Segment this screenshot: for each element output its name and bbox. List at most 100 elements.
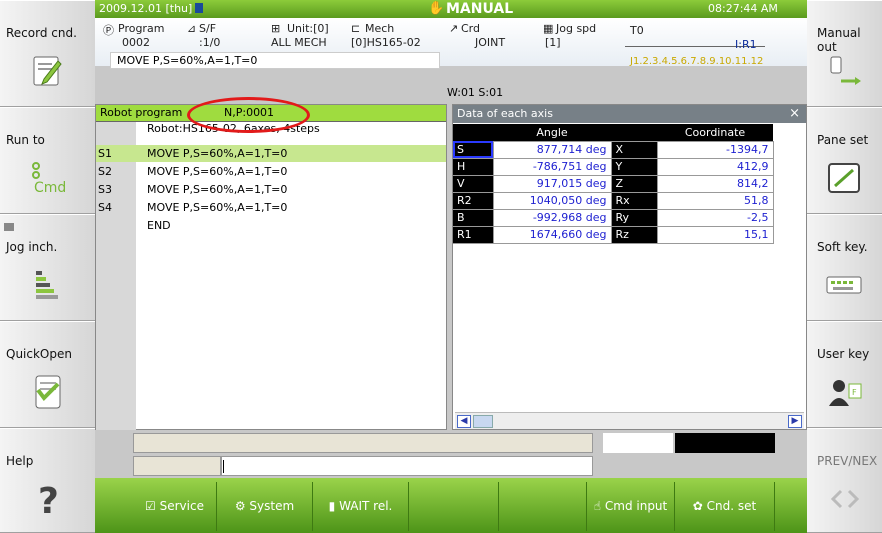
hand-icon: ✋ [428, 1, 445, 16]
system-label: System [249, 499, 295, 513]
program-line[interactable]: S1 MOVE P,S=60%,A=1,T=0 [96, 145, 446, 162]
cnd-set-button[interactable]: ✿ Cnd. set [675, 482, 775, 531]
program-icon: Ⓟ [103, 24, 114, 37]
step-command: MOVE P,S=60%,A=1,T=0 [147, 183, 288, 196]
service-button[interactable]: ☑ Service [133, 482, 217, 531]
unit-label: Unit:[0] [287, 22, 329, 35]
step-bars-icon [35, 271, 58, 299]
axis-pane-header: Data of each axis × [453, 105, 806, 123]
prev-next-label: PREV/NEX [817, 454, 878, 468]
system-button[interactable]: ⚙ System [217, 482, 313, 531]
manual-out-label: Manual out [817, 26, 861, 54]
cmd-input-label: Cmd input [604, 499, 668, 513]
step-number: S4 [98, 201, 112, 214]
table-row: V 917,015 deg Z 814,2 [453, 175, 774, 193]
soft-key-button[interactable]: Soft key. [807, 214, 882, 321]
program-pane: Robot program N,P:0001 Robot:HS165-02, 6… [95, 104, 447, 430]
program-pane-title: Robot program [100, 106, 183, 119]
help-button[interactable]: Help ? [0, 428, 95, 533]
run-to-button[interactable]: Run to Cmd [0, 107, 95, 214]
svg-text:?: ? [38, 481, 59, 519]
unit-value: ALL MECH [271, 36, 327, 49]
quickopen-button[interactable]: QuickOpen [0, 321, 95, 428]
jogspd-value: [1] [545, 36, 561, 49]
program-line[interactable]: S4 MOVE P,S=60%,A=1,T=0 [96, 199, 446, 216]
quickopen-label: QuickOpen [6, 347, 72, 361]
user-key-button[interactable]: User key F [807, 321, 882, 428]
coord-name: X [611, 141, 657, 159]
unit-icon: ⊞ [271, 22, 281, 35]
jog-inch-label: Jog inch. [6, 240, 58, 254]
cnd-set-label: Cnd. set [706, 499, 757, 513]
prev-next-button[interactable]: PREV/NEX [807, 428, 882, 533]
table-row: S 877,714 deg X -1394,7 [453, 141, 774, 159]
step-command: MOVE P,S=60%,A=1,T=0 [147, 165, 288, 178]
coord-value: -2,5 [656, 209, 774, 227]
angle-value: -786,751 deg [492, 158, 612, 176]
jog-inch-button[interactable]: Jog inch. [0, 214, 95, 321]
angle-value: 877,714 deg [492, 141, 612, 159]
coord-value: 15,1 [656, 226, 774, 244]
hand-cmd-icon: ☝ [593, 499, 602, 513]
sf-value: :1/0 [199, 36, 221, 49]
highlight-circle [187, 97, 310, 133]
sf-icon: ⊿ [187, 22, 197, 35]
mech-icon: ⊏ [351, 22, 361, 35]
status-bar: 2009.12.01 [thu] ✋ MANUAL 08:27:44 AM [95, 0, 807, 18]
angle-value: 917,015 deg [492, 175, 612, 193]
r-label: I:R1 [735, 38, 757, 51]
program-line[interactable]: S2 MOVE P,S=60%,A=1,T=0 [96, 163, 446, 180]
crd-label: Crd [461, 22, 480, 35]
coord-value: 814,2 [656, 175, 774, 193]
pane-set-button[interactable]: Pane set [807, 107, 882, 214]
angle-value: -992,968 deg [492, 209, 612, 227]
axis-name: R2 [453, 192, 493, 210]
program-line[interactable]: S3 MOVE P,S=60%,A=1,T=0 [96, 181, 446, 198]
manual-out-button[interactable]: Manual out [807, 0, 882, 107]
coord-name: Rz [611, 226, 657, 244]
horizontal-scrollbar[interactable]: ◀ ▶ [455, 412, 804, 429]
scroll-right-icon[interactable]: ▶ [788, 415, 802, 428]
scroll-left-icon[interactable]: ◀ [457, 415, 471, 428]
cmd-input-button[interactable]: ☝ Cmd input [587, 482, 675, 531]
program-line[interactable]: END [96, 217, 446, 234]
mech-value: [0]HS165-02 [351, 36, 421, 49]
user-key-label: User key [817, 347, 870, 361]
step-number: S1 [98, 147, 112, 160]
current-command-field: MOVE P,S=60%,A=1,T=0 [110, 52, 440, 69]
left-function-panel: Record cnd. Run to Cmd Jog inch. QuickOp… [0, 0, 95, 533]
coord-value: -1394,7 [656, 141, 774, 159]
pane-icon [827, 163, 860, 193]
service-label: Service [159, 499, 204, 513]
hand-output-icon [830, 56, 861, 85]
empty-menu-button[interactable] [499, 482, 587, 531]
wait-rel-label: WAIT rel. [339, 499, 393, 513]
axis-name: V [453, 175, 493, 193]
run-to-label: Run to [6, 133, 45, 147]
record-cnd-label: Record cnd. [6, 26, 77, 40]
coord-name: Z [611, 175, 657, 193]
svg-text:F: F [852, 388, 857, 397]
system-icon: ⚙ [234, 499, 246, 513]
crd-icon: ↗ [449, 22, 459, 35]
axis-table-header: Angle Coordinate [453, 124, 773, 142]
close-icon[interactable]: × [789, 105, 800, 123]
angle-value: 1040,050 deg [492, 192, 612, 210]
t-label: T0 [630, 24, 644, 37]
input-prefix-field [133, 456, 221, 476]
table-row: B -992,968 deg Ry -2,5 [453, 209, 774, 227]
status-field-white [603, 433, 673, 453]
scroll-thumb[interactable] [473, 415, 493, 428]
empty-menu-button[interactable] [409, 482, 499, 531]
question-mark-icon: ? [38, 481, 59, 519]
soft-key-label: Soft key. [817, 240, 868, 254]
command-input[interactable] [221, 456, 593, 476]
mech-label: Mech [365, 22, 395, 35]
pane-set-label: Pane set [817, 133, 869, 147]
status-field-black [675, 433, 775, 453]
axis-name: R1 [453, 226, 493, 244]
cnd-set-icon: ✿ [692, 499, 703, 513]
record-cnd-button[interactable]: Record cnd. [0, 0, 95, 107]
wait-rel-button[interactable]: ▮ WAIT rel. [313, 482, 409, 531]
message-area [95, 430, 807, 478]
